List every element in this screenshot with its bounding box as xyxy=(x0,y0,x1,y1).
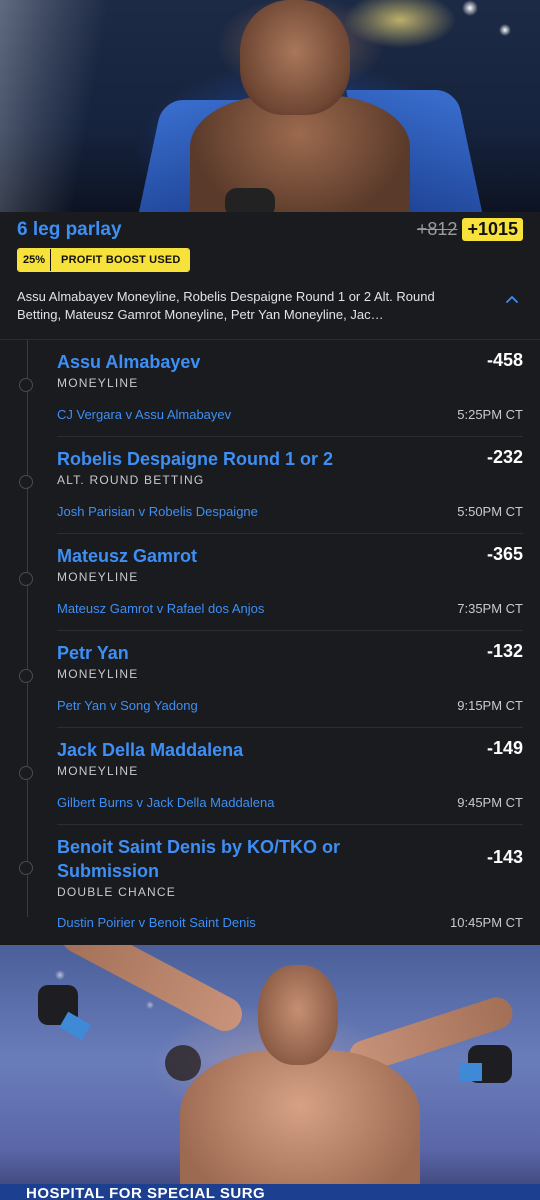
parlay-leg[interactable]: Robelis Despaigne Round 1 or 2 -232 ALT.… xyxy=(0,437,540,534)
leg-status-icon xyxy=(19,378,33,392)
leg-market: ALT. ROUND BETTING xyxy=(57,473,205,487)
leg-time: 9:15PM CT xyxy=(457,698,523,713)
parlay-leg[interactable]: Jack Della Maddalena -149 MONEYLINE Gilb… xyxy=(0,728,540,825)
timeline-rail xyxy=(27,584,28,631)
fighter-torso xyxy=(180,1050,420,1200)
original-odds: +812 xyxy=(416,219,458,239)
fighter-head xyxy=(258,965,338,1065)
timeline-rail xyxy=(27,631,28,669)
leg-matchup[interactable]: Josh Parisian v Robelis Despaigne xyxy=(57,504,258,519)
timeline-rail xyxy=(27,728,28,766)
leg-status-icon xyxy=(19,766,33,780)
parlay-leg[interactable]: Petr Yan -132 MONEYLINE Petr Yan v Song … xyxy=(0,631,540,728)
leg-odds: -365 xyxy=(486,544,523,564)
leg-selection: Assu Almabayev xyxy=(57,352,201,372)
parlay-summary: Assu Almabayev Moneyline, Robelis Despai… xyxy=(17,289,435,322)
leg-status-icon xyxy=(19,861,33,875)
profit-boost-badge: 25% PROFIT BOOST USED xyxy=(17,248,190,272)
hero-photo-top xyxy=(0,0,540,212)
leg-time: 5:25PM CT xyxy=(457,407,523,422)
timeline-rail xyxy=(27,437,28,475)
leg-odds: -149 xyxy=(486,738,523,758)
boost-percent: 25% xyxy=(18,249,52,271)
timeline-rail xyxy=(27,534,28,572)
leg-selection: Petr Yan xyxy=(57,643,129,663)
leg-market: MONEYLINE xyxy=(57,570,139,584)
boost-label: PROFIT BOOST USED xyxy=(51,249,189,271)
leg-matchup[interactable]: Gilbert Burns v Jack Della Maddalena xyxy=(57,795,275,810)
leg-market: DOUBLE CHANCE xyxy=(57,885,176,899)
timeline-rail xyxy=(27,825,28,861)
glove-wrap-right xyxy=(460,1063,482,1081)
leg-matchup[interactable]: Petr Yan v Song Yadong xyxy=(57,698,198,713)
timeline-rail xyxy=(27,340,28,378)
leg-time: 7:35PM CT xyxy=(457,601,523,616)
fighter-tattoo xyxy=(165,1045,201,1081)
leg-matchup[interactable]: Mateusz Gamrot v Rafael dos Anjos xyxy=(57,601,264,616)
parlay-header[interactable]: 6 leg parlay +812 +1015 25% PROFIT BOOST… xyxy=(0,212,540,339)
leg-odds: -132 xyxy=(486,641,523,661)
leg-status-icon xyxy=(19,475,33,489)
chevron-up-icon[interactable] xyxy=(506,294,518,306)
leg-selection: Jack Della Maddalena xyxy=(57,740,244,760)
timeline-rail xyxy=(27,778,28,825)
leg-market: MONEYLINE xyxy=(57,667,139,681)
parlay-card: 6 leg parlay +812 +1015 25% PROFIT BOOST… xyxy=(0,212,540,945)
leg-selection: Mateusz Gamrot xyxy=(57,546,198,566)
leg-time: 5:50PM CT xyxy=(457,504,523,519)
leg-market: MONEYLINE xyxy=(57,376,139,390)
leg-status-icon xyxy=(19,572,33,586)
timeline-rail xyxy=(27,487,28,534)
parlay-title: 6 leg parlay xyxy=(17,219,122,240)
leg-odds: -232 xyxy=(486,447,523,467)
leg-selection: Robelis Despaigne Round 1 or 2 xyxy=(57,449,334,469)
ring-rope xyxy=(0,0,120,212)
timeline-rail xyxy=(27,873,28,917)
parlay-odds: +812 +1015 xyxy=(417,218,523,241)
leg-matchup[interactable]: CJ Vergara v Assu Almabayev xyxy=(57,407,231,422)
fighter-head xyxy=(240,0,350,115)
leg-odds: -143 xyxy=(486,847,523,867)
leg-time: 10:45PM CT xyxy=(450,915,523,930)
parlay-leg[interactable]: Mateusz Gamrot -365 MONEYLINE Mateusz Ga… xyxy=(0,534,540,631)
leg-odds: -458 xyxy=(486,350,523,370)
parlay-legs: Assu Almabayev -458 MONEYLINE CJ Vergara… xyxy=(0,340,540,941)
hero-photo-bottom: HOSPITAL FOR SPECIAL SURG xyxy=(0,945,540,1200)
leg-matchup[interactable]: Dustin Poirier v Benoit Saint Denis xyxy=(57,915,256,930)
timeline-rail xyxy=(27,390,28,437)
boosted-odds: +1015 xyxy=(462,218,523,241)
parlay-leg[interactable]: Assu Almabayev -458 MONEYLINE CJ Vergara… xyxy=(0,340,540,437)
leg-market: MONEYLINE xyxy=(57,764,139,778)
timeline-rail xyxy=(27,681,28,728)
leg-selection: Benoit Saint Denis by KO/TKO or Submissi… xyxy=(57,837,341,881)
fighter-glove xyxy=(225,188,275,212)
leg-status-icon xyxy=(19,669,33,683)
arena-banner-text: HOSPITAL FOR SPECIAL SURG xyxy=(26,1185,266,1200)
parlay-leg[interactable]: Benoit Saint Denis by KO/TKO or Submissi… xyxy=(0,825,540,941)
leg-time: 9:45PM CT xyxy=(457,795,523,810)
